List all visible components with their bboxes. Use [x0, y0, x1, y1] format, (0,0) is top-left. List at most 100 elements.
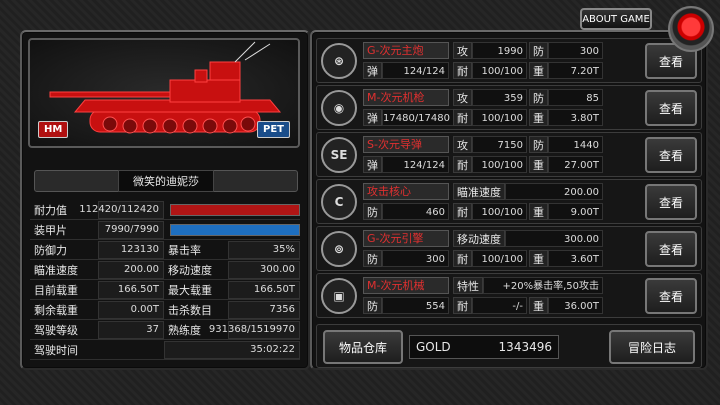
stat-key: 攻	[453, 42, 472, 59]
equipment-list: ⊛ G-次元主炮 攻 1990 防 300 弹 124/124 耐 100/100 重7…	[316, 38, 702, 320]
view-button[interactable]: 查看	[645, 137, 697, 173]
stat-field: 耐 100/100	[453, 109, 527, 126]
equipment-row: ⊛ G-次元主炮 攻 1990 防 300 弹 124/124 耐 100/100 重7…	[316, 38, 702, 83]
view-button[interactable]: 查看	[645, 278, 697, 314]
stat-row: 驾驶等级 37 熟练度 931368/1519970	[30, 320, 300, 340]
stat-value: 27.00T	[548, 156, 603, 173]
stat-field: 瞄准速度 200.00	[453, 183, 603, 200]
stat-value: -/-	[472, 297, 527, 314]
stat-value: 3.60T	[548, 250, 603, 267]
stat-key: 防	[529, 89, 548, 106]
stat-key: 攻	[453, 136, 472, 153]
stat-value: 200.00	[98, 260, 164, 279]
view-button[interactable]: 查看	[645, 184, 697, 220]
stat-field: 重 3.80T	[529, 109, 603, 126]
stat-value: 100/100	[472, 250, 527, 267]
stat-value: 166.50T	[98, 280, 164, 299]
stat-value: 300	[548, 42, 603, 59]
armor-bar	[170, 223, 300, 236]
stat-key: 瞄准速度	[453, 183, 505, 200]
armor-row: 装甲片 7990/7990	[30, 220, 300, 240]
bottom-bar: 物品仓库 GOLD 1343496 冒险日志	[316, 324, 702, 368]
stat-label: 击杀数目	[168, 303, 212, 317]
stat-row: 防御力 123130 暴击率 35%	[30, 240, 300, 260]
stat-value: 85	[548, 89, 603, 106]
equipment-icon: C	[321, 184, 357, 220]
stat-row: 剩余载重 0.00T 击杀数目 7356	[30, 300, 300, 320]
stat-value: 359	[472, 89, 527, 106]
stat-field: 弹 124/124	[363, 62, 449, 79]
stat-field: 耐 100/100	[453, 156, 527, 173]
view-button[interactable]: 查看	[645, 231, 697, 267]
stat-value: 460	[382, 203, 449, 220]
equipment-icon: ⊛	[321, 43, 357, 79]
stat-label: 防御力	[34, 243, 67, 257]
red-close-button[interactable]	[668, 6, 714, 52]
equipment-name: G-次元引擎	[363, 230, 449, 247]
stat-key: 防	[529, 42, 548, 59]
tank-name-bar: 微笑的迪妮莎	[34, 170, 298, 192]
stat-value: +20%暴击率,50攻击	[483, 277, 603, 294]
stat-value: 300.00	[505, 230, 603, 247]
equipment-name: G-次元主炮	[363, 42, 449, 59]
stat-value: 166.50T	[228, 280, 300, 299]
stat-row: 瞄准速度 200.00 移动速度 300.00	[30, 260, 300, 280]
stat-key: 重	[529, 250, 548, 267]
stat-key: 弹	[363, 109, 382, 126]
stat-key: 特性	[453, 277, 483, 294]
armor-label: 装甲片	[34, 223, 67, 237]
stats-table: 耐力值 112420/112420 装甲片 7990/7990 防御力 12313…	[30, 200, 300, 360]
stat-value: 36.00T	[548, 297, 603, 314]
stat-label: 暴击率	[168, 243, 201, 257]
equipment-row: ◉ M-次元机枪 攻 359 防 85 弹 17480/17480 耐 100/100 …	[316, 85, 702, 130]
stat-key: 耐	[453, 297, 472, 314]
hp-row: 耐力值 112420/112420	[30, 200, 300, 220]
stat-value: 100/100	[472, 109, 527, 126]
stat-field: 重 3.60T	[529, 250, 603, 267]
stat-key: 弹	[363, 62, 382, 79]
about-game-button[interactable]: ABOUT GAME	[580, 8, 652, 30]
stat-label: 最大载重	[168, 283, 212, 297]
stat-key: 弹	[363, 156, 382, 173]
hp-bar	[170, 203, 300, 216]
warehouse-button[interactable]: 物品仓库	[323, 330, 403, 364]
stat-key: 重	[529, 62, 548, 79]
stat-value: 7356	[228, 300, 300, 319]
stat-label: 瞄准速度	[34, 263, 78, 277]
gold-value: 1343496	[498, 340, 552, 354]
stat-value: 200.00	[505, 183, 603, 200]
stat-value: 554	[382, 297, 449, 314]
stat-key: 重	[529, 203, 548, 220]
equipment-name: 攻击核心	[363, 183, 449, 200]
stat-value: 1990	[472, 42, 527, 59]
adventure-log-button[interactable]: 冒险日志	[609, 330, 695, 364]
stat-value: 9.00T	[548, 203, 603, 220]
stat-key: 耐	[453, 203, 472, 220]
tank-preview: HM PET	[28, 38, 300, 148]
stat-field: 攻 359	[453, 89, 527, 106]
gold-label: GOLD	[416, 340, 451, 354]
view-button[interactable]: 查看	[645, 90, 697, 126]
stat-label: 剩余载重	[34, 303, 78, 317]
stat-value: 123130	[98, 240, 164, 259]
stat-key: 耐	[453, 250, 472, 267]
stat-key: 耐	[453, 62, 472, 79]
gold-display: GOLD 1343496	[409, 335, 559, 359]
stat-field: 重 9.00T	[529, 203, 603, 220]
hm-button[interactable]: HM	[38, 121, 69, 138]
equipment-row: C 攻击核心 瞄准速度 200.00 防 460 耐 100/100 重 9.00T 查…	[316, 179, 702, 224]
stat-value: 7.20T	[548, 62, 603, 79]
stat-label: 移动速度	[168, 263, 212, 277]
hp-bar-track	[164, 203, 300, 216]
stat-field: 防 1440	[529, 136, 603, 153]
equipment-icon: ▣	[321, 278, 357, 314]
stat-field: 耐 100/100	[453, 62, 527, 79]
equipment-row: ▣ M-次元机械 特性 +20%暴击率,50攻击 防 554 耐 -/- 重 36.00…	[316, 273, 702, 318]
stat-key: 攻	[453, 89, 472, 106]
equipment-name: M-次元机枪	[363, 89, 449, 106]
armor-bar-track	[164, 223, 300, 236]
armor-value: 7990/7990	[98, 220, 164, 239]
pet-button[interactable]: PET	[257, 121, 290, 138]
stat-value: 124/124	[382, 156, 449, 173]
stat-field: 防 300	[529, 42, 603, 59]
